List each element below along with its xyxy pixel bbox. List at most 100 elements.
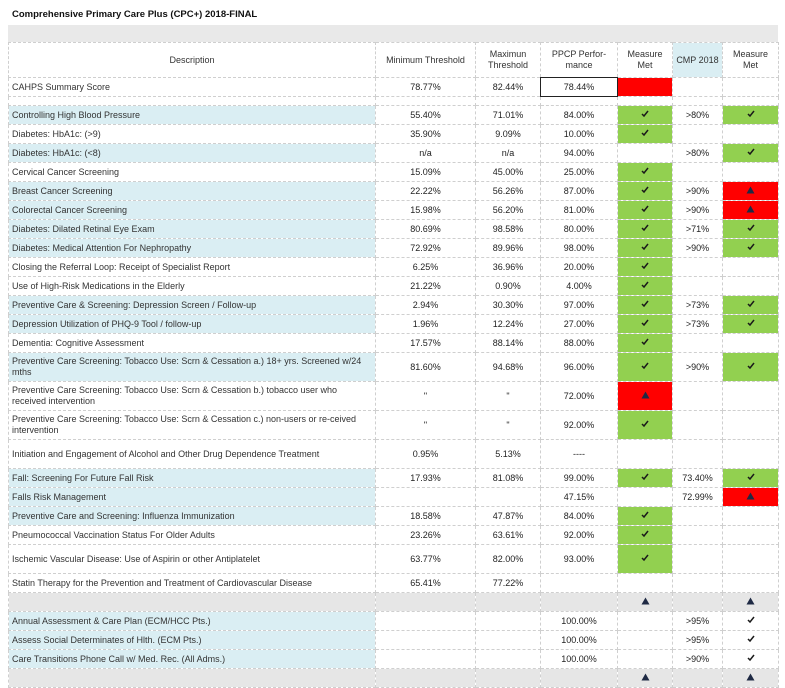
table-row: Ischemic Vascular Disease: Use of Aspiri… (8, 544, 779, 574)
measure-met-cell (617, 276, 673, 296)
ppcp-performance-cell: 80.00% (540, 219, 618, 239)
warning-triangle-icon (746, 597, 755, 604)
check-mark-icon (641, 554, 649, 562)
measure-met-2-cell (722, 200, 779, 220)
band-cell (672, 668, 723, 688)
header-row: Description Minimum Threshold Maximun Th… (8, 42, 779, 78)
description-cell: Closing the Referral Loop: Receipt of Sp… (8, 257, 376, 277)
ppcp-performance-cell: 96.00% (540, 352, 618, 382)
description-cell: Preventive Care Screening: Tobacco Use: … (8, 410, 376, 440)
description-cell: Controlling High Blood Pressure (8, 105, 376, 125)
header-measure-met: Measure Met (617, 42, 673, 78)
cmp-2018-cell: >90% (672, 181, 723, 201)
empty-cell (617, 96, 673, 106)
min-threshold-cell: " (375, 410, 476, 440)
measure-met-2-cell (722, 630, 779, 650)
empty-cell (672, 96, 723, 106)
description-cell: Cervical Cancer Screening (8, 162, 376, 182)
max-threshold-cell: 45.00% (475, 162, 541, 182)
table-row: Breast Cancer Screening 22.22% 56.26% 87.00… (8, 181, 779, 201)
table-row: Closing the Referral Loop: Receipt of Sp… (8, 257, 779, 277)
sheet-title: Comprehensive Primary Care Plus (CPC+) 2… (12, 9, 258, 20)
measure-met-cell (617, 668, 673, 688)
measure-met-cell (617, 592, 673, 612)
min-threshold-cell: 15.98% (375, 200, 476, 220)
ppcp-performance-cell: 84.00% (540, 105, 618, 125)
description-cell: Annual Assessment & Care Plan (ECM/HCC P… (8, 611, 376, 631)
measure-met-cell (617, 238, 673, 258)
band-cell (672, 592, 723, 612)
min-threshold-cell: 6.25% (375, 257, 476, 277)
table-row: Care Transitions Phone Call w/ Med. Rec.… (8, 649, 779, 669)
header-cmp-2018: CMP 2018 (672, 42, 723, 78)
measure-met-2-cell (722, 219, 779, 239)
description-cell: Diabetes: HbA1c: (<8) (8, 143, 376, 163)
measure-met-cell (617, 162, 673, 182)
cmp-2018-cell: >73% (672, 314, 723, 334)
band-cell (8, 668, 376, 688)
measure-met-cell (617, 468, 673, 488)
table-row: Preventive Care Screening: Tobacco Use: … (8, 410, 779, 440)
ppcp-performance-cell (540, 573, 618, 593)
measure-met-cell (617, 333, 673, 353)
max-threshold-cell (475, 649, 541, 669)
band-cell (375, 668, 476, 688)
min-threshold-cell (375, 630, 476, 650)
min-threshold-cell: 18.58% (375, 506, 476, 526)
check-mark-icon (641, 473, 649, 481)
table-row: Preventive Care & Screening: Depression … (8, 295, 779, 315)
min-threshold-cell: 21.22% (375, 276, 476, 296)
check-mark-icon (641, 362, 649, 370)
header-measure-met-2: Measure Met (722, 42, 779, 78)
band-cell (8, 592, 376, 612)
cmp-2018-cell: >90% (672, 352, 723, 382)
description-cell: Care Transitions Phone Call w/ Med. Rec.… (8, 649, 376, 669)
table-row: Diabetes: Medical Attention For Nephropa… (8, 238, 779, 258)
measure-met-2-cell (722, 573, 779, 593)
measure-met-2-cell (722, 439, 779, 469)
warning-triangle-icon (746, 673, 755, 680)
measure-met-2-cell (722, 649, 779, 669)
header-description: Description (8, 42, 376, 78)
cmp-2018-cell (672, 506, 723, 526)
measure-met-cell (617, 573, 673, 593)
cmp-2018-cell (672, 77, 723, 97)
check-mark-icon (641, 319, 649, 327)
cmp-2018-cell (672, 276, 723, 296)
table-row: Cervical Cancer Screening 15.09% 45.00% 25.… (8, 162, 779, 182)
check-mark-icon (641, 338, 649, 346)
measure-met-cell (617, 181, 673, 201)
check-mark-icon (746, 654, 755, 662)
measure-met-cell (617, 544, 673, 574)
measure-met-2-cell (722, 295, 779, 315)
table-row: CAHPS Summary Score 78.77% 82.44% 78.44% (8, 77, 779, 97)
max-threshold-cell: n/a (475, 143, 541, 163)
description-cell: Use of High-Risk Medications in the Elde… (8, 276, 376, 296)
check-mark-icon (641, 205, 649, 213)
description-cell: Ischemic Vascular Disease: Use of Aspiri… (8, 544, 376, 574)
min-threshold-cell: 80.69% (375, 219, 476, 239)
cmp-2018-cell (672, 439, 723, 469)
check-mark-icon (641, 129, 649, 137)
measures-table: Description Minimum Threshold Maximun Th… (8, 42, 779, 688)
description-cell: CAHPS Summary Score (8, 77, 376, 97)
description-cell: Dementia: Cognitive Assessment (8, 333, 376, 353)
measure-met-2-cell (722, 257, 779, 277)
min-threshold-cell (375, 487, 476, 507)
min-threshold-cell: 15.09% (375, 162, 476, 182)
warning-triangle-icon (746, 205, 755, 212)
check-mark-icon (641, 262, 649, 270)
check-mark-icon (641, 530, 649, 538)
ppcp-performance-cell: 100.00% (540, 630, 618, 650)
min-threshold-cell: 17.57% (375, 333, 476, 353)
measure-met-cell (617, 295, 673, 315)
ppcp-performance-cell: 20.00% (540, 257, 618, 277)
measure-met-cell (617, 314, 673, 334)
measure-met-cell (617, 410, 673, 440)
ppcp-performance-cell: 47.15% (540, 487, 618, 507)
cmp-2018-cell (672, 162, 723, 182)
min-threshold-cell: 63.77% (375, 544, 476, 574)
ppcp-performance-cell: 100.00% (540, 611, 618, 631)
max-threshold-cell (475, 611, 541, 631)
cmp-2018-cell: >90% (672, 200, 723, 220)
